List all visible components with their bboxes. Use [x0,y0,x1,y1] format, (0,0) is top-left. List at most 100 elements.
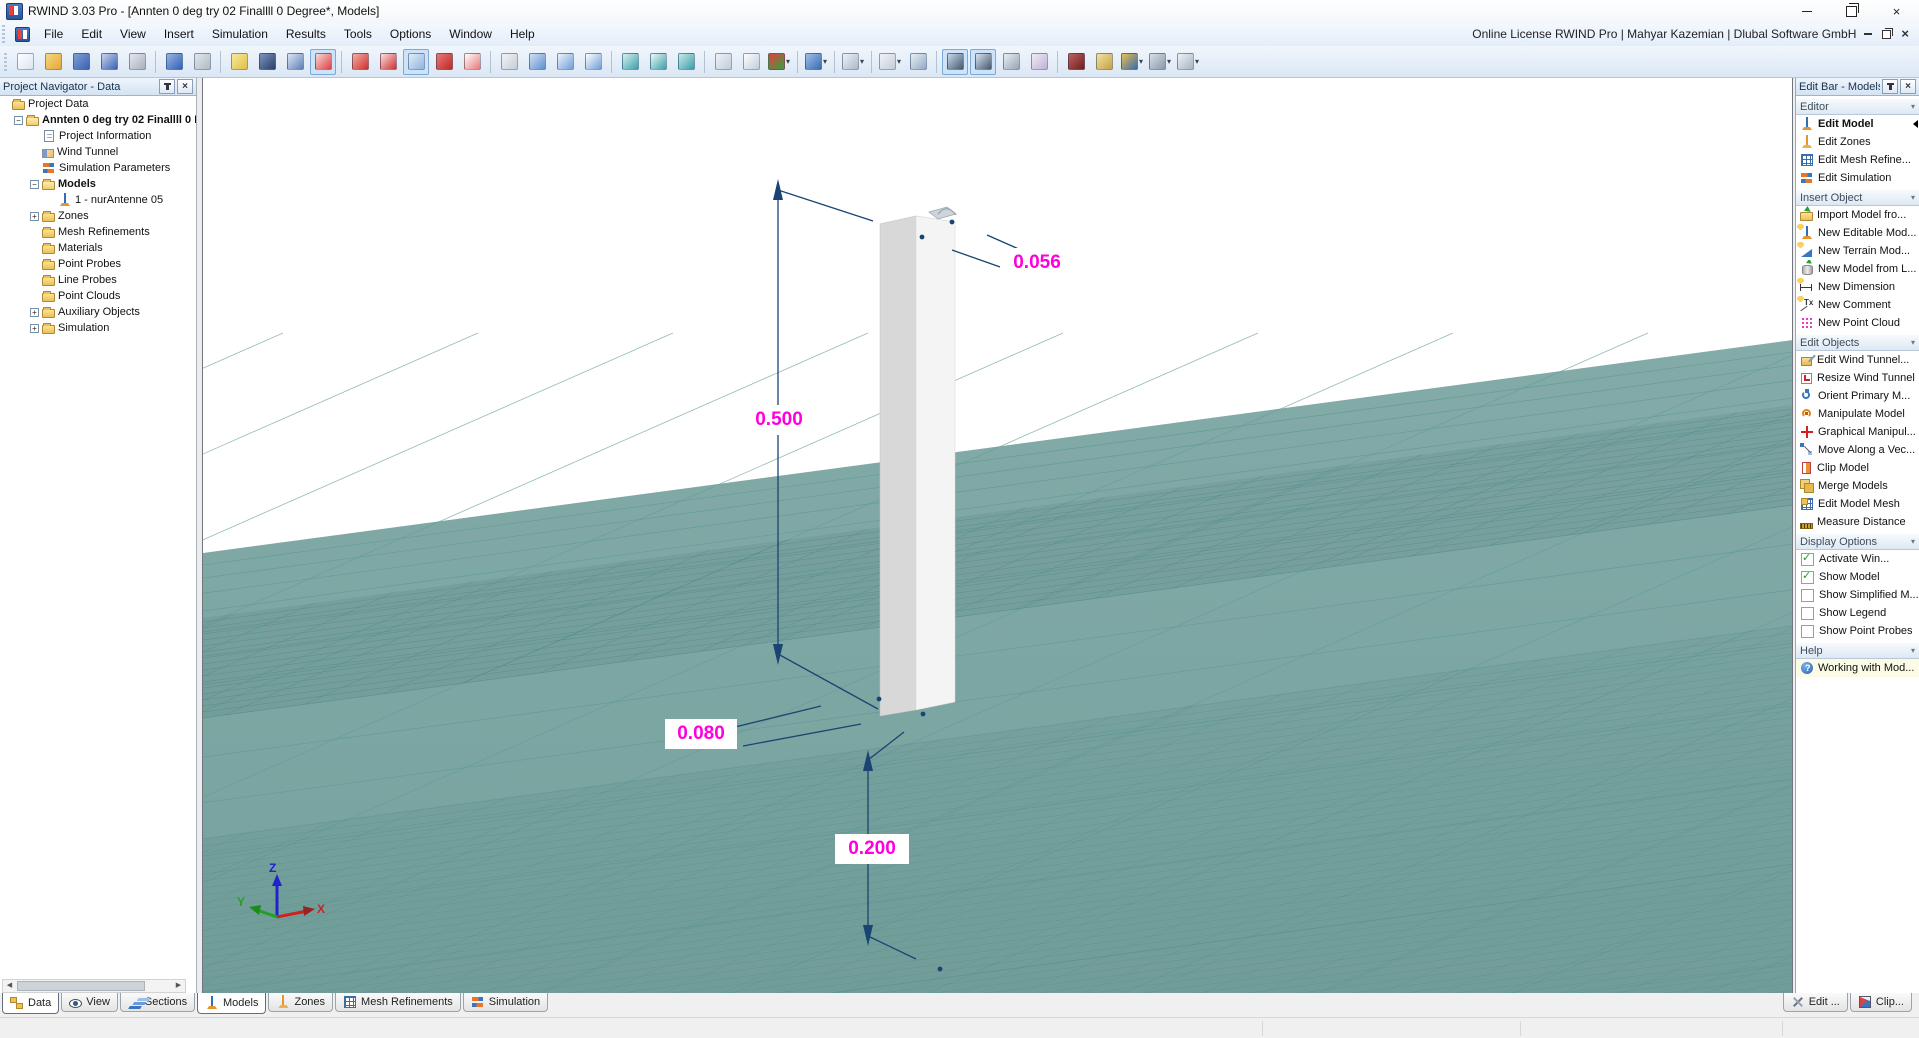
toolbar-wind-tunnel-view-button[interactable] [310,49,336,75]
menu-options[interactable]: Options [381,23,440,45]
toolbar-measure-tool-button[interactable] [1091,49,1117,75]
toolbar-section-hatch-button[interactable]: ▾ [840,49,866,75]
dimension-label-height[interactable]: 0.500 [744,405,814,435]
tree-item-materials[interactable]: Materials [0,240,196,256]
tree-item-line-probes[interactable]: Line Probes [0,272,196,288]
section-header-help[interactable]: Help▾ [1796,642,1919,659]
tab-clip[interactable]: Clip... [1850,993,1912,1012]
menu-view[interactable]: View [111,23,155,45]
toolbar-show-zones-button[interactable] [347,49,373,75]
toolbar-save-data-button[interactable] [96,49,122,75]
expand-icon[interactable]: + [30,212,39,221]
document-icon[interactable] [15,27,30,42]
tab-simulation[interactable]: Simulation [463,993,548,1012]
model-node[interactable] [920,235,925,240]
tree-item-project-data[interactable]: Project Data [0,96,196,112]
tab-sections[interactable]: Sections [120,993,195,1012]
menu-insert[interactable]: Insert [155,23,203,45]
editbar-item-show-point-probes[interactable]: Show Point Probes [1796,622,1919,640]
editbar-item-clip-model[interactable]: Clip Model [1796,459,1919,477]
tree-item-1-nurantenne-05[interactable]: 1 - nurAntenne 05 [0,192,196,208]
tab-view[interactable]: View [61,993,118,1012]
editbar-item-edit-zones[interactable]: Edit Zones [1796,133,1919,151]
toolbar-isometric-view-button[interactable] [710,49,736,75]
minimize-button[interactable] [1784,0,1829,22]
tab-edit[interactable]: Edit ... [1783,993,1848,1012]
toolbar-redo-button[interactable] [189,49,215,75]
toolbar-display-settings-button[interactable]: ▾ [1147,49,1173,75]
menu-window[interactable]: Window [440,23,501,45]
editbar-item-merge-models[interactable]: Merge Models [1796,477,1919,495]
menu-file[interactable]: File [35,23,72,45]
tab-data[interactable]: Data [2,993,59,1014]
tree-item-zones[interactable]: +Zones [0,208,196,224]
collapse-icon[interactable]: − [30,180,39,189]
editbar-item-activate-win[interactable]: Activate Win... [1796,550,1919,568]
tree-item-simulation[interactable]: +Simulation [0,320,196,336]
toolbar-result-layers-button[interactable] [905,49,931,75]
toolbar-new-window-button[interactable] [552,49,578,75]
dimension-label-base-width[interactable]: 0.080 [665,719,737,749]
toolbar-render-colors-button[interactable]: ▾ [766,49,792,75]
toolbar-surface-shaded-button[interactable] [524,49,550,75]
toolbar-snap-grid-button[interactable] [282,49,308,75]
editbar-item-move-along-a-vec[interactable]: Move Along a Vec... [1796,441,1919,459]
panel-close-button[interactable]: × [177,79,193,94]
scroll-left-arrow[interactable]: ◀ [3,980,16,992]
editbar-item-edit-mesh-refine[interactable]: Edit Mesh Refine... [1796,151,1919,169]
dimension-label-base-offset[interactable]: 0.200 [835,834,909,864]
tab-models[interactable]: Models [197,993,266,1014]
editbar-item-import-model-fro[interactable]: Import Model fro... [1796,206,1919,224]
editbar-item-new-editable-mod[interactable]: New Editable Mod... [1796,224,1919,242]
tree-item-models[interactable]: −Models [0,176,196,192]
editbar-item-graphical-manipul[interactable]: Graphical Manipul... [1796,423,1919,441]
toolbar-display-solid-button[interactable]: ▾ [803,49,829,75]
toolbar-print-button[interactable] [124,49,150,75]
menu-simulation[interactable]: Simulation [203,23,277,45]
restore-button[interactable] [1829,0,1874,22]
tree-horizontal-scrollbar[interactable]: ◀ ▶ [2,979,186,993]
pin-button[interactable] [159,79,175,94]
3d-viewport[interactable]: 0.500 0.056 0.080 0.200 Z X Y [203,78,1793,993]
toolbar-model-wireframe-button[interactable] [459,49,485,75]
section-header-insert-object[interactable]: Insert Object▾ [1796,189,1919,206]
mdi-close-button[interactable]: × [1901,29,1909,39]
editbar-item-show-model[interactable]: Show Model [1796,568,1919,586]
editbar-item-edit-model-mesh[interactable]: Edit Model Mesh [1796,495,1919,513]
model-node[interactable] [877,697,882,702]
tree-item-wind-tunnel[interactable]: Wind Tunnel [0,144,196,160]
tree-item-auxiliary-objects[interactable]: +Auxiliary Objects [0,304,196,320]
checkbox-unchecked[interactable] [1801,625,1814,638]
menu-results[interactable]: Results [277,23,335,45]
mdi-restore-button[interactable] [1882,30,1891,39]
checkbox-checked[interactable] [1801,553,1814,566]
toolbar-clear-display-button[interactable] [1026,49,1052,75]
expand-icon[interactable]: + [30,324,39,333]
model-left-face[interactable] [880,216,916,716]
editbar-item-show-legend[interactable]: Show Legend [1796,604,1919,622]
model-node[interactable] [921,712,926,717]
toolbar-save-project-button[interactable] [68,49,94,75]
toolbar-new-project-button[interactable] [12,49,38,75]
editbar-item-edit-model[interactable]: Edit Model [1796,115,1919,133]
tree-item-point-probes[interactable]: Point Probes [0,256,196,272]
antenna-column-model[interactable] [880,207,956,716]
scene-canvas[interactable] [203,78,1793,993]
toolbar-grip[interactable] [4,53,7,71]
tree-item-mesh-refinements[interactable]: Mesh Refinements [0,224,196,240]
editbar-item-new-dimension[interactable]: New Dimension [1796,278,1919,296]
menu-help[interactable]: Help [501,23,544,45]
toolbar-options-more-button[interactable]: ▾ [1175,49,1201,75]
toolbar-window-zoom-button[interactable] [580,49,606,75]
toolbar-toggle-mesh-button[interactable] [970,49,996,75]
mdi-minimize-button[interactable] [1864,33,1872,35]
dimension-label-top-width[interactable]: 0.056 [1000,248,1074,278]
editbar-item-new-comment[interactable]: New Comment [1796,296,1919,314]
section-header-editor[interactable]: Editor▾ [1796,98,1919,115]
section-header-display-options[interactable]: Display Options▾ [1796,533,1919,550]
checkbox-unchecked[interactable] [1801,589,1814,602]
editbar-item-edit-simulation[interactable]: Edit Simulation [1796,169,1919,187]
tree-item-point-clouds[interactable]: Point Clouds [0,288,196,304]
checkbox-unchecked[interactable] [1801,607,1814,620]
tree-item-project-information[interactable]: Project Information [0,128,196,144]
